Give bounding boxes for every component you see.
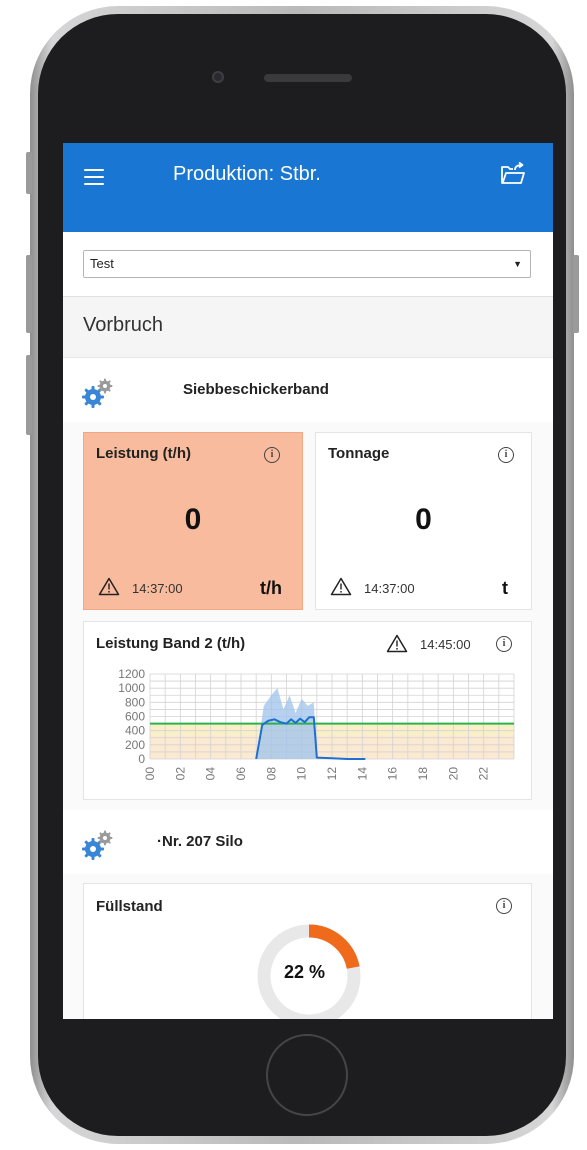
tile-value: 0 [415, 503, 432, 536]
tile-fuellstand[interactable]: Füllstand i [83, 883, 532, 1019]
front-camera [212, 71, 224, 83]
tile-label: Tonnage [328, 445, 390, 462]
chart-y-tick-label: 800 [125, 695, 145, 709]
chart-y-tick-label: 0 [138, 752, 145, 766]
export-folder-icon[interactable] [500, 161, 526, 187]
chart-y-tick-label: 1000 [118, 681, 145, 695]
info-icon[interactable]: i [264, 447, 280, 463]
chart-x-tick-label: 22 [477, 767, 491, 781]
chart-x-tick-label: 04 [204, 767, 218, 781]
tile-unit: t/h [260, 578, 282, 598]
location-select-value: Test [90, 256, 114, 271]
side-button-volume-up [26, 255, 32, 333]
chart-x-tick-label: 14 [355, 767, 369, 781]
tile-label: Leistung (t/h) [96, 445, 191, 462]
chart-card-leistung-band[interactable]: Leistung Band 2 (t/h) 14:45:00 i 1200 100… [83, 621, 532, 800]
fill-level-value: 22 % [284, 962, 326, 982]
chart-y-tick-label: 400 [125, 724, 145, 738]
chart-x-tick-label: 12 [325, 767, 339, 781]
device-name: Siebbeschickerband [183, 381, 329, 398]
section-header: Vorbruch [63, 297, 553, 358]
app-screen: Produktion: Stbr. Test ▼ Vorbruch Siebbe… [63, 143, 553, 1019]
tile-label: Füllstand [96, 898, 163, 915]
side-button-power [573, 255, 579, 333]
warning-icon [98, 577, 120, 596]
chart-x-tick-label: 18 [416, 767, 430, 781]
tile-unit: t [502, 578, 508, 598]
tile-leistung[interactable]: Leistung (t/h) i 0 14:37:00 t/h [83, 432, 303, 610]
warning-icon [330, 577, 352, 596]
device-header-silo[interactable]: ·Nr. 207 Silo [63, 810, 553, 874]
side-button-mute [26, 152, 32, 194]
chart-y-tick-label: 600 [125, 710, 145, 724]
hamburger-menu-icon[interactable] [84, 169, 104, 185]
app-bar: Produktion: Stbr. [63, 143, 553, 232]
speaker-grille [264, 74, 352, 82]
chart-y-tick-label: 1200 [118, 667, 145, 681]
info-icon[interactable]: i [496, 898, 512, 914]
tile-timestamp: 14:37:00 [132, 581, 183, 596]
home-button[interactable] [266, 1034, 348, 1116]
info-icon[interactable]: i [498, 447, 514, 463]
chart-x-tick-label: 16 [386, 767, 400, 781]
device-header-siebbeschickerband[interactable]: Siebbeschickerband [63, 358, 553, 422]
chart-x-tick-label: 08 [264, 767, 278, 781]
chart-x-tick-label: 06 [234, 767, 248, 781]
gears-icon [82, 830, 113, 860]
app-title: Produktion: Stbr. [173, 163, 321, 185]
chart-x-tick-label: 20 [446, 767, 460, 781]
section-title: Vorbruch [83, 314, 164, 336]
device-name: ·Nr. 207 Silo [157, 833, 243, 850]
chart-x-tick-label: 10 [295, 767, 309, 781]
filter-bar: Test ▼ [63, 232, 553, 297]
dropdown-arrow-icon: ▼ [513, 259, 522, 269]
tile-timestamp: 14:37:00 [364, 581, 415, 596]
tile-value: 0 [184, 503, 202, 536]
gears-icon [82, 378, 113, 408]
chart-y-tick-label: 200 [125, 738, 145, 752]
chart-x-tick-label: 00 [143, 767, 157, 781]
tile-tonnage[interactable]: Tonnage i 0 14:37:00 t [315, 432, 532, 610]
location-select[interactable]: Test ▼ [83, 250, 531, 278]
chart-plot: 12001000800600400200000 02 04 06 08 10 12 14 16 1… [118, 667, 515, 781]
side-button-volume-down [26, 355, 32, 435]
chart-x-tick-label: 02 [173, 767, 187, 781]
